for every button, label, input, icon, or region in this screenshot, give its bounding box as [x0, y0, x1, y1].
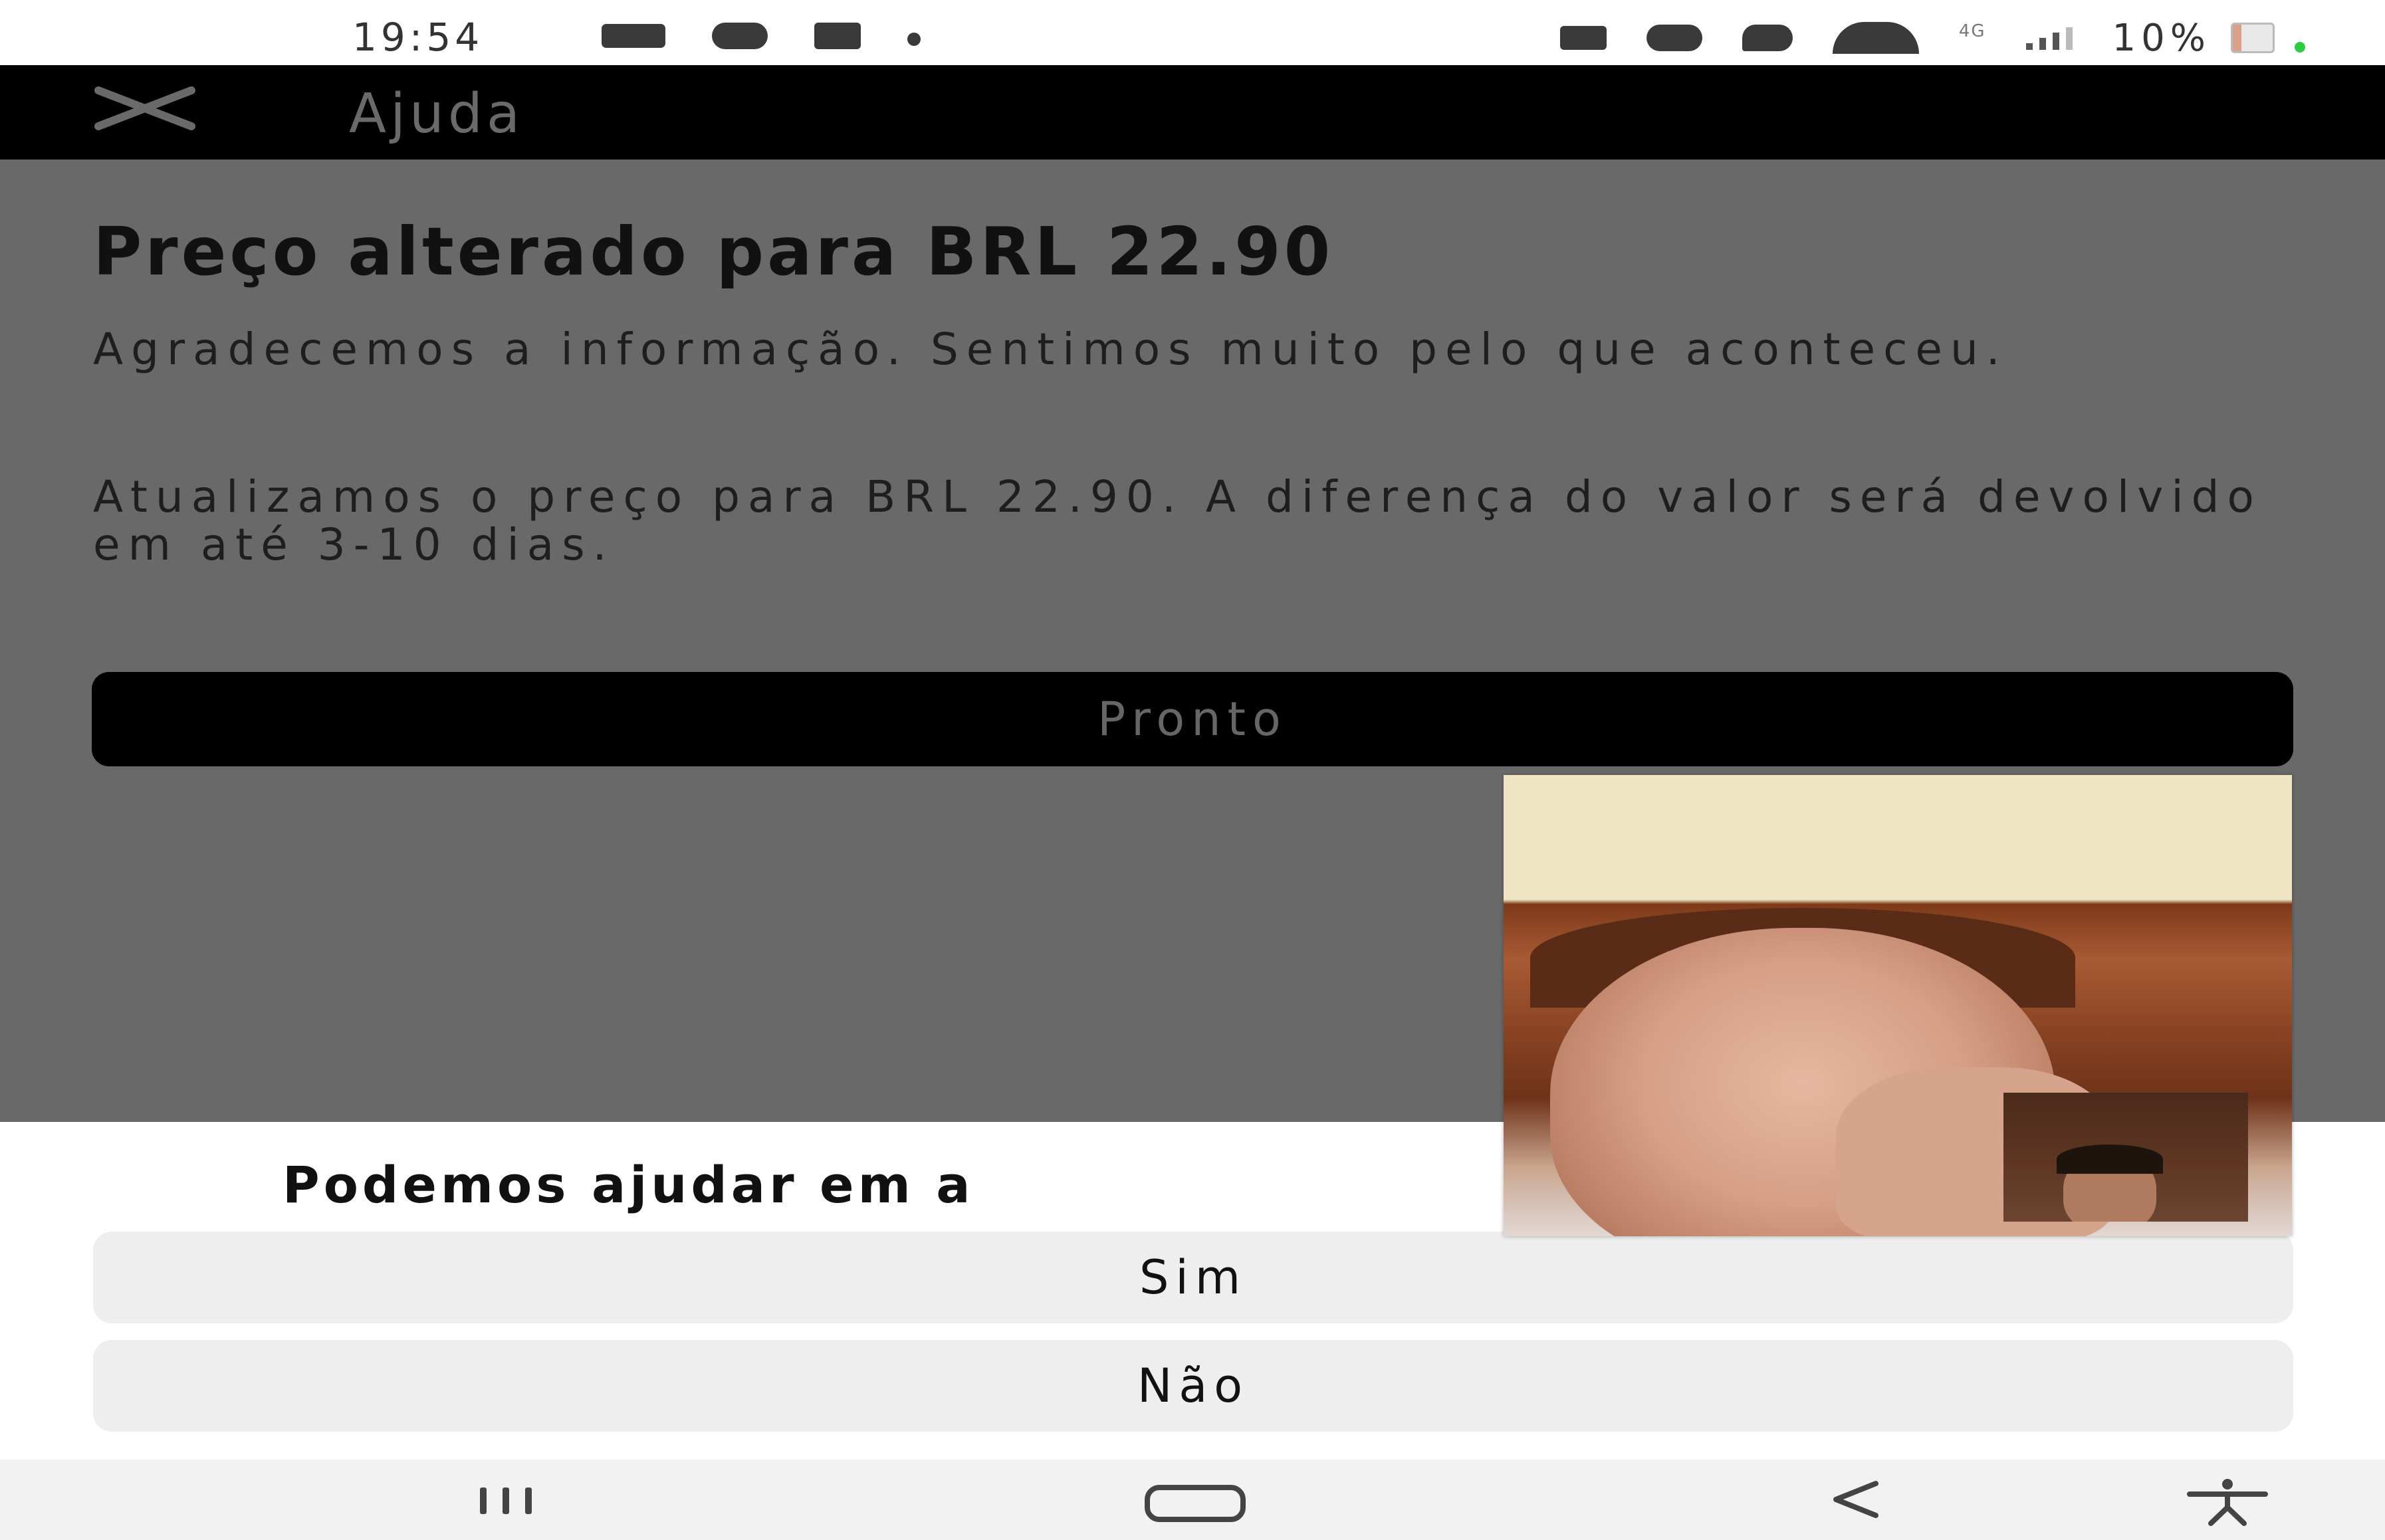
help-question: Podemos ajudar em a — [283, 1155, 974, 1214]
close-button[interactable] — [92, 85, 198, 132]
thanks-message: Agradecemos a informação. Sentimos muito… — [93, 324, 2008, 375]
self-video-hair — [2057, 1145, 2163, 1174]
signal-icon — [2025, 26, 2073, 50]
accessibility-icon[interactable] — [2184, 1478, 2271, 1526]
nav-bar — [0, 1460, 2385, 1540]
alarm-icon — [712, 23, 768, 49]
status-left-icons — [602, 23, 921, 49]
home-icon[interactable] — [1145, 1485, 1246, 1522]
no-button[interactable]: Não — [93, 1340, 2293, 1432]
recents-icon[interactable] — [480, 1487, 532, 1514]
location-icon — [1742, 25, 1793, 51]
robot-icon — [1559, 26, 1607, 50]
charging-dot-icon — [2295, 42, 2305, 53]
headline: Preço alterado para BRL 22.90 — [93, 213, 1334, 290]
video-call-window[interactable] — [1504, 775, 2292, 1236]
network-type: 4G — [1958, 21, 1986, 41]
close-icon — [94, 86, 195, 130]
battery-icon — [2231, 23, 2275, 53]
alarm-icon — [1646, 25, 1702, 51]
back-icon[interactable] — [1829, 1480, 1882, 1519]
done-button[interactable]: Pronto — [92, 672, 2293, 766]
status-time: 19:54 — [352, 15, 484, 60]
screen: 19:54 4G 10% Ajuda Preço alterado para B… — [0, 0, 2385, 1540]
page-title: Ajuda — [349, 82, 524, 146]
self-video-preview[interactable] — [2003, 1093, 2248, 1222]
gallery-icon — [602, 24, 665, 48]
app-bar: Ajuda — [0, 65, 2385, 160]
refund-message: Atualizamos o preço para BRL 22.90. A di… — [93, 471, 2262, 570]
alert-icon — [814, 23, 861, 49]
battery-percent: 10% — [2112, 16, 2211, 60]
wifi-icon — [1832, 22, 1919, 54]
yes-button[interactable]: Sim — [93, 1232, 2293, 1323]
status-bar: 19:54 4G 10% — [0, 0, 2385, 65]
dot-icon — [907, 33, 921, 46]
status-right-icons: 4G 10% — [1559, 15, 2305, 61]
